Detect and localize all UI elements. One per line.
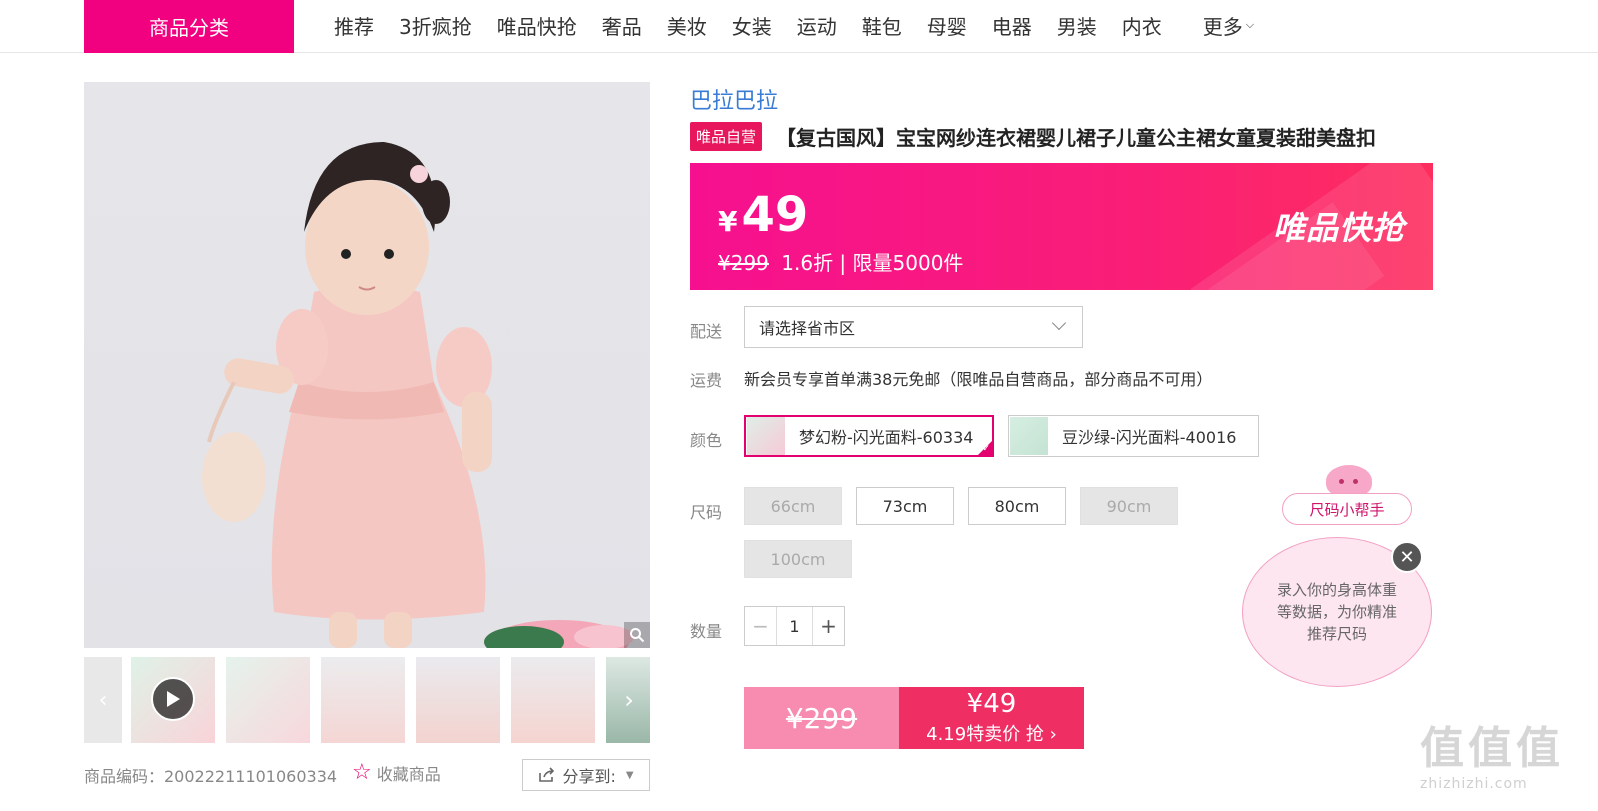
- favorite-label: 收藏商品: [376, 764, 441, 784]
- buy-old-price: ¥299: [744, 687, 899, 749]
- share-label: 分享到:: [562, 767, 616, 786]
- thumb-prev-button[interactable]: ‹: [84, 657, 122, 743]
- site-watermark: 值值值 zhizhizhi.com: [1420, 712, 1590, 802]
- current-price-value: 49: [741, 187, 809, 243]
- product-page: 商品分类 推荐 3折疯抢 唯品快抢 奢品 美妆 女装 运动 鞋包 母婴 电器 男…: [0, 0, 1598, 811]
- buy-promo-text: 4.19特卖价 抢 ›: [926, 724, 1057, 745]
- nav-item-flash[interactable]: 唯品快抢: [497, 11, 577, 40]
- chevron-down-icon: ⌵: [1245, 18, 1255, 31]
- color-label: 颜色: [690, 431, 723, 450]
- nav-more[interactable]: 更多 ⌵: [1203, 11, 1254, 40]
- nav-item-underwear[interactable]: 内衣: [1122, 11, 1162, 40]
- self-operated-badge: 唯品自营: [690, 122, 763, 151]
- flash-sale-tag: 唯品快抢: [1272, 209, 1405, 247]
- price-banner: ¥ 49 ¥299 1.6折 | 限量5000件 唯品快抢: [690, 163, 1433, 290]
- size-option-90[interactable]: 90cm: [1080, 487, 1178, 525]
- buy-new-price: ¥49: [966, 689, 1017, 719]
- share-dropdown[interactable]: 分享到: ▼: [522, 759, 650, 791]
- quantity-stepper: − 1 +: [744, 606, 845, 646]
- nav-items: 推荐 3折疯抢 唯品快抢 奢品 美妆 女装 运动 鞋包 母婴 电器 男装 内衣 …: [334, 0, 1254, 50]
- chevron-right-icon: ›: [624, 686, 634, 714]
- thumbnail-strip: ‹ ›: [84, 657, 650, 743]
- zoom-button[interactable]: [624, 622, 650, 648]
- nav-item-beauty[interactable]: 美妆: [667, 11, 707, 40]
- nav-item-luxury[interactable]: 奢品: [602, 11, 642, 40]
- watermark-url: zhizhizhi.com: [1420, 776, 1528, 792]
- original-price: ¥299: [718, 251, 769, 275]
- caret-down-icon: ▼: [625, 769, 634, 781]
- region-select-value: 请选择省市区: [759, 319, 856, 338]
- region-select[interactable]: 请选择省市区: [744, 306, 1083, 348]
- nav-item-appliances[interactable]: 电器: [992, 11, 1032, 40]
- nav-item-men[interactable]: 男装: [1057, 11, 1097, 40]
- size-option-66[interactable]: 66cm: [744, 487, 842, 525]
- size-label: 尺码: [690, 503, 723, 522]
- watermark-logo: 值值值: [1420, 723, 1564, 774]
- product-photo: [202, 142, 634, 648]
- buy-button[interactable]: ¥299 ¥49 4.19特卖价 抢 ›: [744, 687, 1084, 749]
- shipping-text: 新会员专享首单满38元免邮（限唯品自营商品，部分商品不可用）: [744, 370, 1213, 389]
- quantity-input[interactable]: 1: [777, 607, 812, 645]
- thumb-next-button[interactable]: ›: [608, 657, 650, 743]
- share-icon: [539, 767, 555, 782]
- size-helper-button[interactable]: 尺码小帮手: [1282, 493, 1412, 525]
- nav-item-baby[interactable]: 母婴: [927, 11, 967, 40]
- current-price: ¥ 49: [718, 187, 808, 243]
- close-icon[interactable]: ✕: [1391, 541, 1423, 573]
- check-icon: ✓: [982, 444, 990, 454]
- thumbnail-video[interactable]: [131, 657, 215, 743]
- thumbnail-3[interactable]: [321, 657, 405, 743]
- color-option-label: 豆沙绿-闪光面料-40016: [1062, 428, 1237, 447]
- product-code: 商品编码：20022211101060334: [84, 767, 338, 786]
- color-option-label: 梦幻粉-闪光面料-60334: [799, 428, 974, 447]
- color-option-pink[interactable]: 梦幻粉-闪光面料-60334 ✓: [744, 415, 994, 457]
- title-row: 唯品自营 【复古国风】宝宝网纱连衣裙婴儿裙子儿童公主裙女童夏装甜美盘扣: [690, 122, 1376, 151]
- color-swatch: [747, 417, 785, 455]
- quantity-label: 数量: [690, 622, 723, 641]
- chevron-left-icon: ‹: [98, 687, 108, 713]
- star-icon: ☆: [352, 760, 372, 785]
- thumbnail-2[interactable]: [226, 657, 310, 743]
- size-option-100[interactable]: 100cm: [744, 540, 852, 578]
- price-subline: ¥299 1.6折 | 限量5000件: [718, 247, 963, 276]
- magnifier-icon: [630, 628, 645, 643]
- top-nav: 商品分类 推荐 3折疯抢 唯品快抢 奢品 美妆 女装 运动 鞋包 母婴 电器 男…: [0, 0, 1598, 53]
- currency-symbol: ¥: [718, 205, 738, 238]
- delivery-label: 配送: [690, 322, 723, 341]
- thumbnail-4[interactable]: [416, 657, 500, 743]
- brand-link[interactable]: 巴拉巴拉: [690, 83, 778, 115]
- nav-item-recommend[interactable]: 推荐: [334, 11, 374, 40]
- play-icon[interactable]: [151, 677, 195, 721]
- shipping-label: 运费: [690, 371, 723, 390]
- nav-item-sports[interactable]: 运动: [797, 11, 837, 40]
- quantity-plus-button[interactable]: +: [812, 607, 844, 645]
- product-title: 【复古国风】宝宝网纱连衣裙婴儿裙子儿童公主裙女童夏装甜美盘扣: [776, 126, 1377, 150]
- nav-item-shoes-bags[interactable]: 鞋包: [862, 11, 902, 40]
- buy-promo: ¥49 4.19特卖价 抢 ›: [899, 687, 1084, 749]
- color-swatch: [1010, 417, 1048, 455]
- color-option-green[interactable]: 豆沙绿-闪光面料-40016: [1008, 415, 1259, 457]
- main-product-image[interactable]: [84, 82, 650, 648]
- discount-limit: 1.6折 | 限量5000件: [781, 251, 964, 275]
- quantity-minus-button[interactable]: −: [745, 607, 777, 645]
- category-button[interactable]: 商品分类: [84, 0, 294, 53]
- nav-more-label: 更多: [1202, 14, 1243, 39]
- chevron-down-icon: [1051, 315, 1067, 331]
- thumbnail-5[interactable]: [511, 657, 595, 743]
- nav-item-women[interactable]: 女装: [732, 11, 772, 40]
- favorite-button[interactable]: ☆ 收藏商品: [352, 760, 441, 785]
- size-option-73[interactable]: 73cm: [856, 487, 954, 525]
- size-option-80[interactable]: 80cm: [968, 487, 1066, 525]
- size-helper: 尺码小帮手 录入你的身高体重等数据，为你精准推荐尺码 ✕: [1240, 465, 1440, 695]
- nav-item-30pct[interactable]: 3折疯抢: [399, 11, 472, 40]
